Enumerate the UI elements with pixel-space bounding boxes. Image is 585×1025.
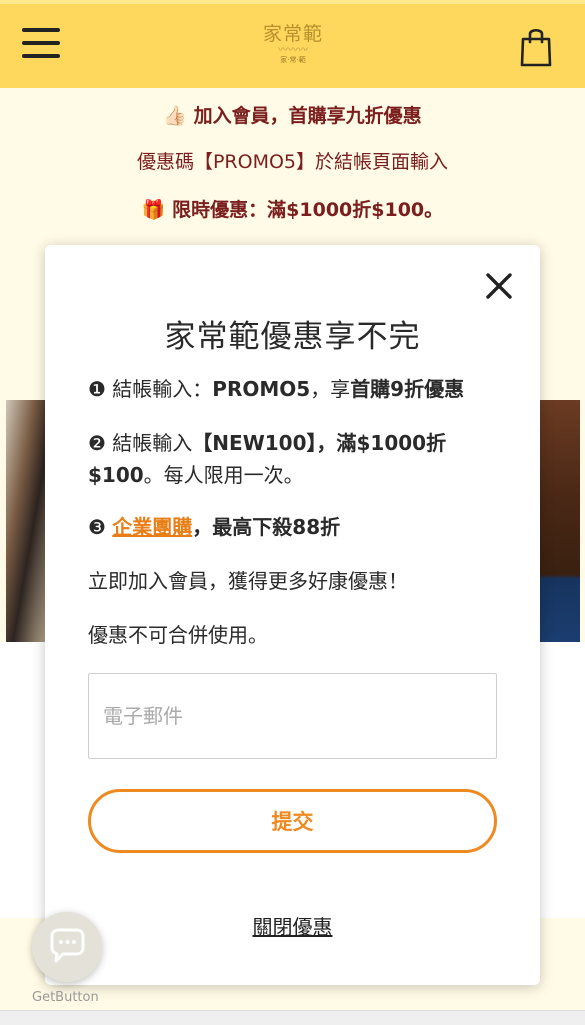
logo-text: 家常範 <box>262 23 323 45</box>
submit-button[interactable]: 提交 <box>88 789 497 853</box>
thumbs-up-icon: 👍🏻 <box>163 105 188 127</box>
brand-logo[interactable]: 家常範 〰〰〰 家·常·範 <box>252 22 334 70</box>
hamburger-icon[interactable] <box>22 28 62 62</box>
getbutton-label: GetButton <box>32 990 99 1005</box>
gift-icon: 🎁 <box>141 199 166 221</box>
background-product-image-left <box>6 400 46 642</box>
promo-limited-text: 限時優惠：滿$1000折$100。 <box>172 199 444 221</box>
site-header: 家常範 〰〰〰 家·常·範 <box>0 0 585 88</box>
promo-item-1: ❶ 結帳輸入：PROMO5，享首購9折優惠 <box>88 377 465 401</box>
corporate-order-link[interactable]: 企業團購 <box>112 515 192 539</box>
bullet-2: ❷ <box>88 431 106 455</box>
logo-subtext: 家·常·範 <box>280 56 306 64</box>
bottom-bar <box>0 1010 585 1025</box>
email-field[interactable] <box>88 673 497 759</box>
promo-item-2: ❷ 結帳輸入【NEW100】，滿$1000折$100。每人限用一次。 <box>88 431 447 487</box>
promo-member-text: 加入會員，首購享九折優惠 <box>193 105 422 127</box>
background-product-image-right <box>540 400 580 642</box>
bullet-3: ❸ <box>88 515 106 539</box>
join-member-text: 立即加入會員，獲得更多好康優惠！ <box>88 569 408 593</box>
bullet-1: ❶ <box>88 377 106 401</box>
popup-title: 家常範優惠享不完 <box>164 319 421 355</box>
chat-bubble-icon <box>50 928 85 963</box>
promo-member-line: 👍🏻 加入會員，首購享九折優惠 <box>0 101 585 128</box>
promo-limited-line: 🎁 限時優惠：滿$1000折$100。 <box>0 195 585 222</box>
chat-widget-button[interactable] <box>32 912 102 982</box>
logo-waves: 〰〰〰 <box>278 45 308 56</box>
no-combine-text: 優惠不可合併使用。 <box>88 623 268 647</box>
close-offer-link[interactable]: 關閉優惠 <box>45 911 540 940</box>
promo-popup: 家常範優惠享不完 ❶ 結帳輸入：PROMO5，享首購9折優惠 ❷ 結帳輸入【NE… <box>45 245 540 985</box>
shopping-bag-icon[interactable] <box>519 26 553 68</box>
close-icon[interactable] <box>485 272 513 300</box>
promo-code-line: 優惠碼【PROMO5】於結帳頁面輸入 <box>136 151 449 173</box>
promo-item-3: ❸ 企業團購，最高下殺88折 <box>88 515 341 539</box>
